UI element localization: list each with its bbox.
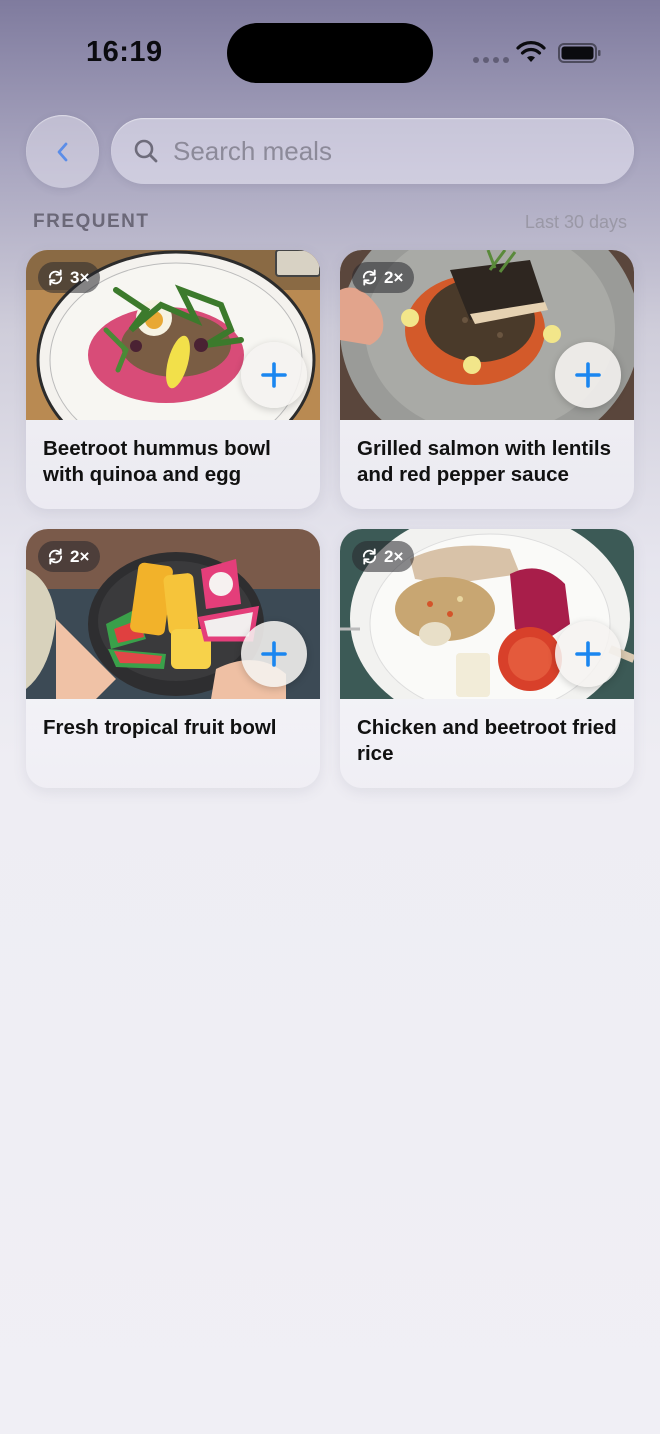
section-title: FREQUENT [33,211,150,232]
status-bar: 16:19 [0,0,660,100]
chevron-left-icon [57,142,67,161]
meal-card[interactable]: 2× Fresh tropical fruit bowl [26,529,320,788]
battery-icon [558,43,601,63]
plus-icon [261,362,287,388]
frequency-count: 2× [384,267,404,287]
meal-card[interactable]: 3× Beetroot hummus bowl with quinoa and … [26,250,320,509]
frequency-badge: 2× [352,262,415,293]
frequency-count: 3× [70,267,90,287]
plus-icon [261,641,287,667]
section-date-range: Last 30 days [524,212,627,232]
add-meal-button[interactable] [241,342,307,408]
plus-icon [575,641,601,667]
add-meal-button[interactable] [555,621,621,687]
repeat-icon [48,548,63,565]
dynamic-island [227,23,433,83]
search-icon [134,139,158,163]
add-meal-button[interactable] [555,342,621,408]
frequency-badge: 3× [38,262,101,293]
search-input[interactable] [173,118,613,184]
status-time: 16:19 [86,36,163,68]
frequency-count: 2× [70,546,90,566]
frequency-count: 2× [384,546,404,566]
meal-title: Fresh tropical fruit bowl [43,716,277,739]
search-bar[interactable] [111,118,634,184]
meal-title: Grilled salmon with lentils and red pepp… [357,437,612,486]
cellular-signal-icon [473,57,509,63]
meal-title: Chicken and beetroot fried rice [357,716,617,765]
meal-card[interactable]: 2× Grilled salmon with lentils and red p… [340,250,634,509]
repeat-icon [362,269,377,286]
frequency-badge: 2× [352,541,415,572]
repeat-icon [362,548,377,565]
wifi-icon [516,41,546,62]
add-meal-button[interactable] [241,621,307,687]
frequency-badge: 2× [38,541,101,572]
meal-card[interactable]: 2× Chicken and beetroot fried rice [340,529,634,788]
meal-title: Beetroot hummus bowl with quinoa and egg [43,437,271,486]
back-button[interactable] [26,115,99,188]
repeat-icon [48,269,63,286]
plus-icon [575,362,601,388]
